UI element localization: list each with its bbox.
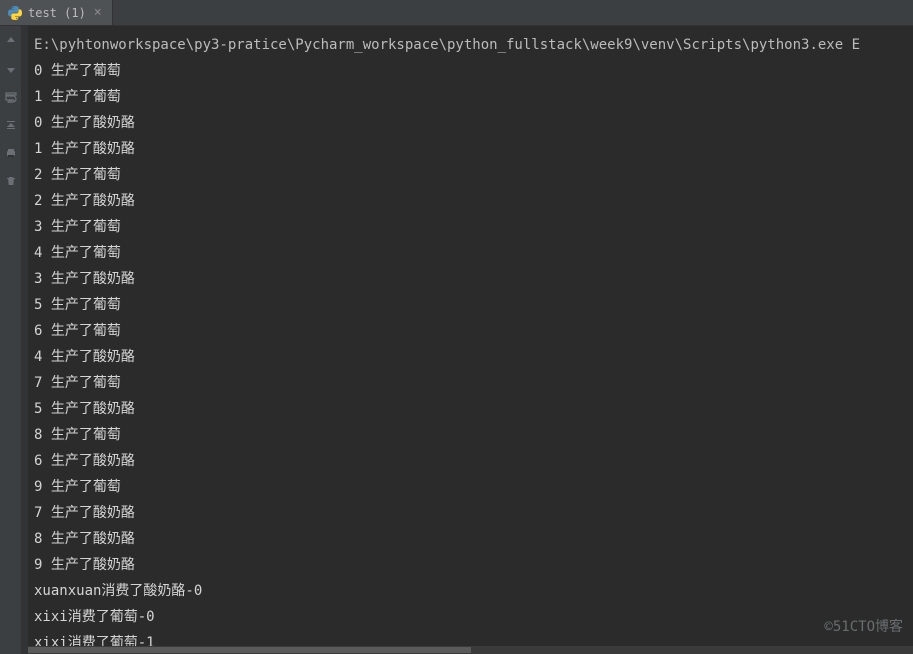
- console-line: 6 生产了酸奶酪: [34, 448, 909, 474]
- close-icon[interactable]: ×: [92, 6, 104, 19]
- console-line: 3 生产了酸奶酪: [34, 266, 909, 292]
- run-tool-gutter: [0, 26, 22, 654]
- console-line: 5 生产了酸奶酪: [34, 396, 909, 422]
- console-line: 6 生产了葡萄: [34, 318, 909, 344]
- console-output[interactable]: E:\pyhtonworkspace\py3-pratice\Pycharm_w…: [28, 26, 913, 654]
- console-line: 4 生产了葡萄: [34, 240, 909, 266]
- arrow-up-icon[interactable]: [4, 34, 18, 48]
- console-line: 2 生产了葡萄: [34, 162, 909, 188]
- scroll-to-end-icon[interactable]: [4, 118, 18, 132]
- console-line: E:\pyhtonworkspace\py3-pratice\Pycharm_w…: [34, 32, 909, 58]
- console-line: 2 生产了酸奶酪: [34, 188, 909, 214]
- console-line: 1 生产了酸奶酪: [34, 136, 909, 162]
- console-line: 5 生产了葡萄: [34, 292, 909, 318]
- tab-run-config[interactable]: test (1) ×: [0, 0, 113, 25]
- horizontal-scrollbar-thumb[interactable]: [28, 647, 471, 653]
- console-line: xuanxuan消费了酸奶酪-0: [34, 578, 909, 604]
- console-line: 7 生产了酸奶酪: [34, 500, 909, 526]
- console-line: 0 生产了葡萄: [34, 58, 909, 84]
- console-line: 8 生产了酸奶酪: [34, 526, 909, 552]
- console-line: 3 生产了葡萄: [34, 214, 909, 240]
- soft-wrap-icon[interactable]: [4, 90, 18, 104]
- console-line: 9 生产了葡萄: [34, 474, 909, 500]
- console-line: 9 生产了酸奶酪: [34, 552, 909, 578]
- python-icon: [8, 6, 22, 20]
- horizontal-scrollbar[interactable]: [28, 646, 913, 654]
- console-line: 4 生产了酸奶酪: [34, 344, 909, 370]
- tab-label: test (1): [28, 6, 86, 20]
- console-line: 0 生产了酸奶酪: [34, 110, 909, 136]
- console-line: 8 生产了葡萄: [34, 422, 909, 448]
- console-line: 1 生产了葡萄: [34, 84, 909, 110]
- tab-bar: test (1) ×: [0, 0, 913, 26]
- console-line: 7 生产了葡萄: [34, 370, 909, 396]
- print-icon[interactable]: [4, 146, 18, 160]
- arrow-down-icon[interactable]: [4, 62, 18, 76]
- main-area: E:\pyhtonworkspace\py3-pratice\Pycharm_w…: [0, 26, 913, 654]
- console-line: xixi消费了葡萄-0: [34, 604, 909, 630]
- trash-icon[interactable]: [4, 174, 18, 188]
